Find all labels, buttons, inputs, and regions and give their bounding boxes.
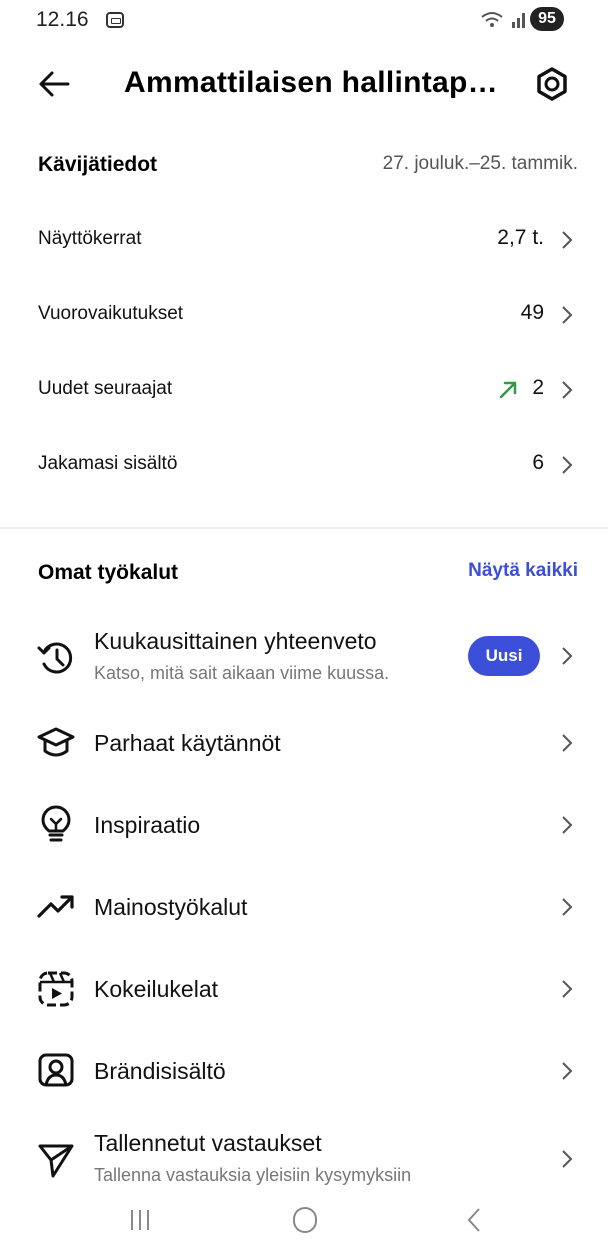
stat-label: Näyttökerrat — [38, 228, 142, 249]
send-icon — [38, 1144, 74, 1178]
branded-content-icon — [38, 1053, 74, 1087]
system-navigation-bar — [0, 1196, 608, 1240]
see-all-link[interactable]: Näytä kaikki — [468, 560, 578, 582]
stat-value: 6 — [532, 451, 544, 474]
tool-label: Inspiraatio — [94, 812, 201, 838]
chevron-right-icon — [562, 306, 573, 324]
stat-label: Vuorovaikutukset — [38, 303, 184, 324]
settings-gear-icon[interactable] — [532, 64, 572, 104]
screenshot-icon — [106, 12, 124, 28]
tool-label: Brändisisältö — [94, 1058, 226, 1084]
tool-item-branded-content[interactable]: Brändisisältö — [0, 1036, 608, 1106]
chevron-right-icon — [562, 898, 573, 916]
tool-label: Mainostyökalut — [94, 894, 248, 920]
tool-label: Tallennetut vastaukset — [94, 1130, 322, 1156]
back-arrow-icon[interactable] — [34, 64, 74, 104]
tool-subtitle: Tallenna vastauksia yleisiin kysymyksiin — [94, 1165, 412, 1185]
chevron-right-icon — [562, 647, 573, 665]
new-badge: Uusi — [468, 636, 540, 676]
chevron-right-icon — [562, 381, 573, 399]
chevron-right-icon — [562, 734, 573, 752]
insights-date-range: 27. jouluk.–25. tammik. — [382, 153, 578, 174]
tool-item-ad-tools[interactable]: Mainostyökalut — [0, 872, 608, 942]
insights-heading: Kävijätiedot — [38, 153, 158, 176]
trending-up-icon — [37, 895, 74, 918]
chevron-right-icon — [562, 231, 573, 249]
home-icon[interactable] — [292, 1206, 318, 1234]
page-title: Ammattilaisen hallintap… — [124, 66, 498, 99]
tool-item-saved-replies[interactable]: Tallennetut vastaukset Tallenna vastauks… — [0, 1120, 608, 1196]
graduation-cap-icon — [37, 727, 75, 757]
chevron-right-icon — [562, 1062, 573, 1080]
stat-label: Jakamasi sisältö — [38, 453, 178, 474]
chevron-right-icon — [562, 1150, 573, 1168]
tool-label: Kuukausittainen yhteenveto — [94, 628, 377, 654]
chevron-right-icon — [562, 456, 573, 474]
chevron-right-icon — [562, 816, 573, 834]
stat-row-new-followers[interactable]: Uudet seuraajat 2 — [0, 362, 608, 418]
lightbulb-icon — [41, 805, 71, 842]
history-icon — [37, 642, 73, 674]
trending-up-arrow-icon — [499, 381, 517, 399]
status-bar: 12.16 95 — [0, 0, 608, 40]
stat-row-views[interactable]: Näyttökerrat 2,7 t. — [0, 212, 608, 268]
status-time: 12.16 — [36, 8, 89, 31]
stat-label: Uudet seuraajat — [38, 378, 173, 399]
system-back-icon[interactable] — [464, 1206, 484, 1234]
tool-item-inspiration[interactable]: Inspiraatio — [0, 790, 608, 860]
tool-item-best-practices[interactable]: Parhaat käytännöt — [0, 708, 608, 778]
stat-row-interactions[interactable]: Vuorovaikutukset 49 — [0, 287, 608, 343]
stat-value: 49 — [520, 301, 544, 324]
section-divider — [0, 527, 608, 529]
stat-row-shared-content[interactable]: Jakamasi sisältö 6 — [0, 437, 608, 493]
top-app-bar: Ammattilaisen hallintap… — [0, 50, 608, 120]
battery-indicator: 95 — [530, 7, 564, 31]
stat-value: 2 — [532, 376, 544, 399]
tool-subtitle: Katso, mitä sait aikaan viime kuussa. — [94, 663, 390, 683]
stat-value: 2,7 t. — [497, 226, 544, 249]
tool-label: Kokeilukelat — [94, 976, 219, 1002]
signal-wifi-icon — [481, 12, 525, 28]
tool-item-trial-reels[interactable]: Kokeilukelat — [0, 954, 608, 1024]
chevron-right-icon — [562, 980, 573, 998]
tool-label: Parhaat käytännöt — [94, 730, 281, 756]
tools-heading: Omat työkalut — [38, 561, 179, 584]
reels-icon — [38, 971, 74, 1007]
tool-item-monthly-recap[interactable]: Kuukausittainen yhteenveto Katso, mitä s… — [0, 620, 608, 696]
recent-apps-icon[interactable] — [128, 1208, 152, 1232]
